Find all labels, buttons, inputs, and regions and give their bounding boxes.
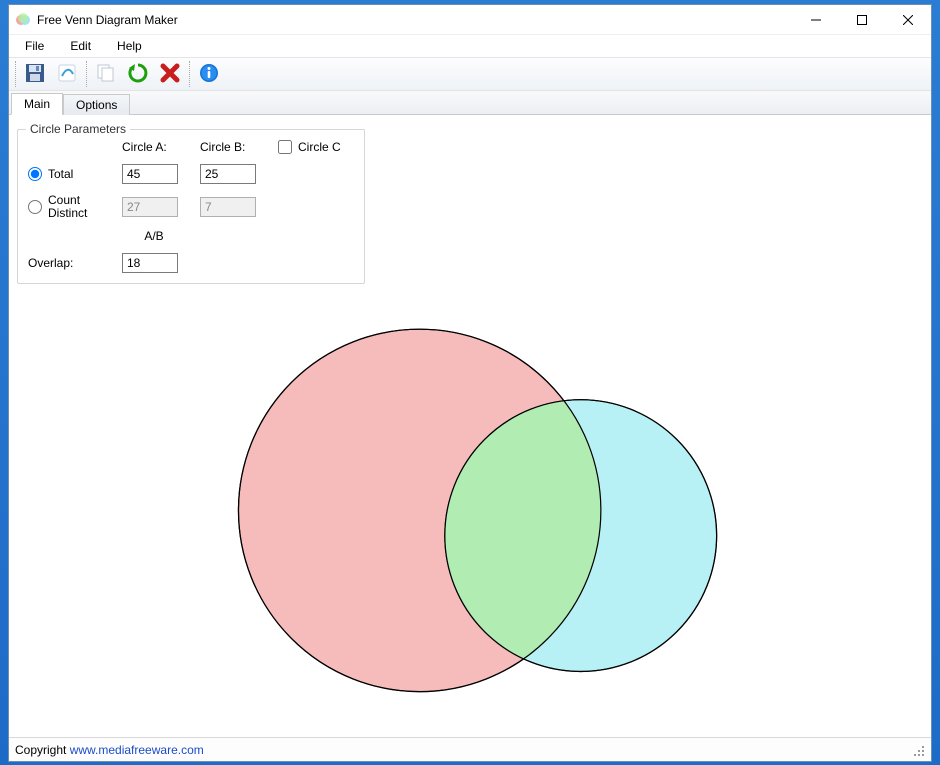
tab-options[interactable]: Options <box>63 94 130 115</box>
mode-distinct-label: CountDistinct <box>48 194 87 219</box>
app-icon <box>15 12 31 28</box>
save-button[interactable] <box>20 59 50 89</box>
delete-icon <box>159 62 181 87</box>
tab-main[interactable]: Main <box>11 93 63 115</box>
circle-c-checkbox-input[interactable] <box>278 140 292 154</box>
refresh-icon <box>127 62 149 87</box>
copy-icon <box>95 62 117 87</box>
maximize-button[interactable] <box>839 5 885 35</box>
titlebar: Free Venn Diagram Maker <box>9 5 931 35</box>
circle-c-label: Circle C <box>298 140 341 154</box>
menubar: File Edit Help <box>9 35 931 57</box>
total-a-input[interactable] <box>122 164 178 184</box>
col-header-b: Circle B: <box>200 140 264 154</box>
toolbar-separator <box>15 61 16 87</box>
mode-distinct-radio[interactable]: CountDistinct <box>28 194 108 219</box>
erase-icon <box>56 62 78 87</box>
copyright-link[interactable]: www.mediafreeware.com <box>70 743 204 757</box>
info-button[interactable] <box>194 59 224 89</box>
circle-parameters-group: Circle Parameters Circle A: Circle B: Ci… <box>17 129 365 284</box>
refresh-button[interactable] <box>123 59 153 89</box>
resize-grip[interactable] <box>911 743 925 757</box>
delete-button[interactable] <box>155 59 185 89</box>
circle-c-checkbox[interactable]: Circle C <box>278 140 354 154</box>
info-icon <box>198 62 220 87</box>
mode-distinct-radio-input[interactable] <box>28 200 42 214</box>
copy-button[interactable] <box>91 59 121 89</box>
tab-content-main: Circle Parameters Circle A: Circle B: Ci… <box>9 115 931 737</box>
overlap-label: Overlap: <box>28 256 108 270</box>
venn-canvas <box>17 284 923 737</box>
save-icon <box>24 62 46 87</box>
minimize-button[interactable] <box>793 5 839 35</box>
statusbar: Copyright www.mediafreeware.com <box>9 737 931 761</box>
group-legend: Circle Parameters <box>26 122 130 136</box>
copyright-prefix: Copyright <box>15 743 70 757</box>
distinct-b-input <box>200 197 256 217</box>
close-button[interactable] <box>885 5 931 35</box>
menu-help[interactable]: Help <box>105 37 154 55</box>
erase-button[interactable] <box>52 59 82 89</box>
mode-total-radio[interactable]: Total <box>28 167 108 181</box>
col-header-a: Circle A: <box>122 140 186 154</box>
tab-strip: Main Options <box>9 91 931 115</box>
toolbar <box>9 57 931 91</box>
toolbar-separator <box>86 61 87 87</box>
total-b-input[interactable] <box>200 164 256 184</box>
menu-file[interactable]: File <box>13 37 56 55</box>
app-window: Free Venn Diagram Maker File Edit Help <box>8 4 932 762</box>
toolbar-separator <box>189 61 190 87</box>
distinct-a-input <box>122 197 178 217</box>
overlap-ab-header: A/B <box>122 229 186 243</box>
copyright-text: Copyright www.mediafreeware.com <box>15 743 204 757</box>
window-title: Free Venn Diagram Maker <box>37 13 793 27</box>
mode-total-label: Total <box>48 167 73 181</box>
mode-total-radio-input[interactable] <box>28 167 42 181</box>
overlap-ab-input[interactable] <box>122 253 178 273</box>
window-controls <box>793 5 931 34</box>
venn-diagram <box>17 284 923 737</box>
menu-edit[interactable]: Edit <box>58 37 103 55</box>
